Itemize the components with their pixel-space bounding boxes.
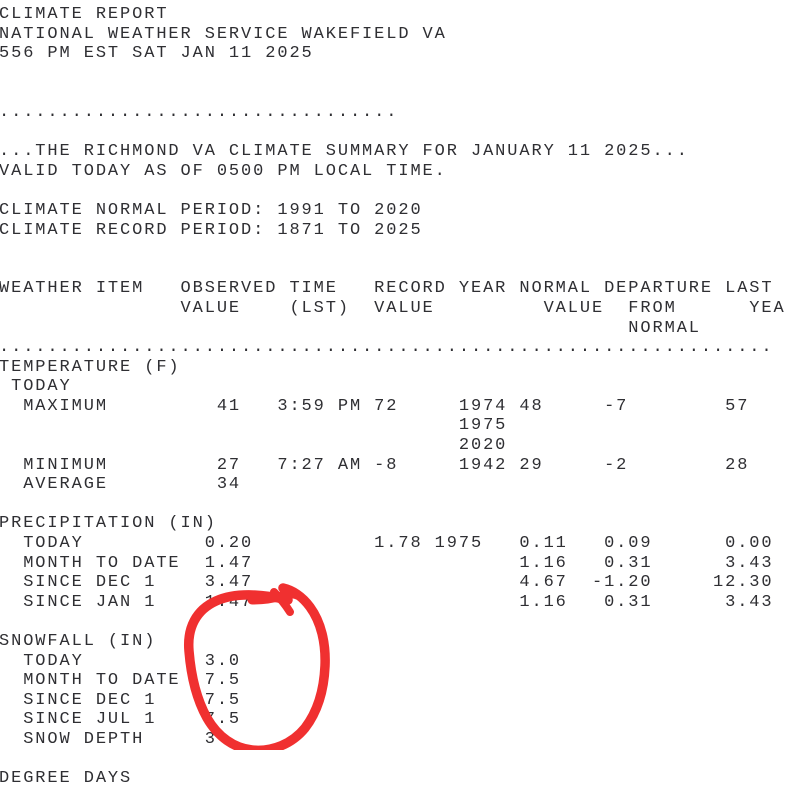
climate-report-page: CLIMATE REPORT NATIONAL WEATHER SERVICE … — [0, 0, 785, 788]
climate-report-body-text: CLIMATE REPORT NATIONAL WEATHER SERVICE … — [0, 5, 785, 789]
